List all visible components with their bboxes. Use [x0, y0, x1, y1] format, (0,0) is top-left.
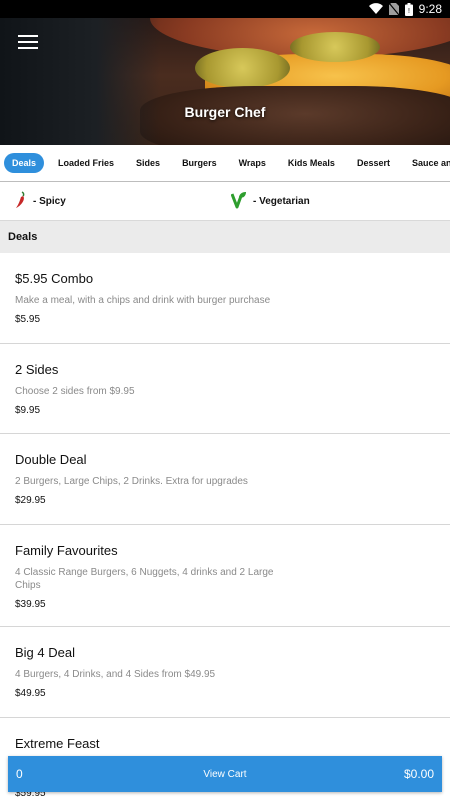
spicy-label: - Spicy [33, 196, 66, 207]
item-description: 4 Burgers, 4 Drinks, and 4 Sides from $4… [15, 669, 216, 680]
chili-pepper-icon [15, 191, 27, 212]
legend-vegetarian: - Vegetarian [230, 191, 310, 212]
banner-pickle [290, 32, 380, 62]
item-description: Make a meal, with a chips and drink with… [15, 295, 271, 306]
item-description: Choose 2 sides from $9.95 [15, 386, 135, 397]
page-title: Burger Chef [184, 104, 266, 120]
list-item[interactable]: Big 4 Deal 4 Burgers, 4 Drinks, and 4 Si… [0, 627, 450, 718]
banner-pickle [195, 48, 290, 88]
svg-text:!: ! [408, 8, 410, 15]
item-price: $49.95 [15, 688, 46, 699]
no-sim-icon [388, 3, 399, 15]
item-price: $9.95 [15, 405, 41, 416]
status-bar: ! 9:28 [0, 0, 450, 18]
wifi-icon [368, 3, 383, 15]
tab-wraps[interactable]: Wraps [231, 153, 274, 173]
tab-loaded-fries[interactable]: Loaded Fries [50, 153, 122, 173]
section-header-deals: Deals [0, 220, 450, 253]
deals-list: $5.95 Combo Make a meal, with a chips an… [0, 253, 450, 800]
item-name: Big 4 Deal [15, 645, 75, 660]
legend-spicy: - Spicy [15, 191, 66, 212]
item-name: 2 Sides [15, 362, 59, 377]
cart-item-count: 0 [16, 767, 23, 781]
item-price: $39.95 [15, 599, 46, 610]
view-cart-button[interactable]: 0 View Cart $0.00 [8, 756, 442, 792]
tab-kids-meals[interactable]: Kids Meals [280, 153, 343, 173]
item-name: Extreme Feast [15, 736, 100, 751]
view-cart-label: View Cart [203, 768, 247, 780]
header-banner: Burger Chef [0, 18, 450, 145]
item-price: $5.95 [15, 314, 41, 325]
tab-sauce-and-dips[interactable]: Sauce and Dips [404, 153, 450, 173]
category-tabs: Deals Loaded Fries Sides Burgers Wraps K… [0, 145, 450, 182]
battery-icon: ! [404, 2, 413, 16]
item-description: 2 Burgers, Large Chips, 2 Drinks. Extra … [15, 476, 248, 487]
list-item[interactable]: Family Favourites 4 Classic Range Burger… [0, 525, 450, 627]
item-name: $5.95 Combo [15, 271, 94, 286]
item-price: $29.95 [15, 495, 46, 506]
tab-deals[interactable]: Deals [4, 153, 45, 173]
tab-burgers[interactable]: Burgers [174, 153, 225, 173]
item-name: Double Deal [15, 452, 87, 467]
list-item[interactable]: 2 Sides Choose 2 sides from $9.95 $9.95 [0, 344, 450, 434]
cart-total: $0.00 [403, 767, 434, 781]
tab-dessert[interactable]: Dessert [349, 153, 398, 173]
vegetarian-label: - Vegetarian [253, 196, 310, 207]
list-item[interactable]: $5.95 Combo Make a meal, with a chips an… [0, 253, 450, 344]
item-name: Family Favourites [15, 543, 118, 558]
dietary-legend: - Spicy - Vegetarian [0, 183, 450, 220]
vegetarian-leaf-icon [230, 191, 247, 212]
hamburger-menu-icon[interactable] [18, 35, 38, 51]
list-item[interactable]: Double Deal 2 Burgers, Large Chips, 2 Dr… [0, 434, 450, 525]
item-description: 4 Classic Range Burgers, 6 Nuggets, 4 dr… [15, 567, 274, 591]
status-time: 9:28 [418, 2, 442, 16]
tab-sides[interactable]: Sides [128, 153, 168, 173]
